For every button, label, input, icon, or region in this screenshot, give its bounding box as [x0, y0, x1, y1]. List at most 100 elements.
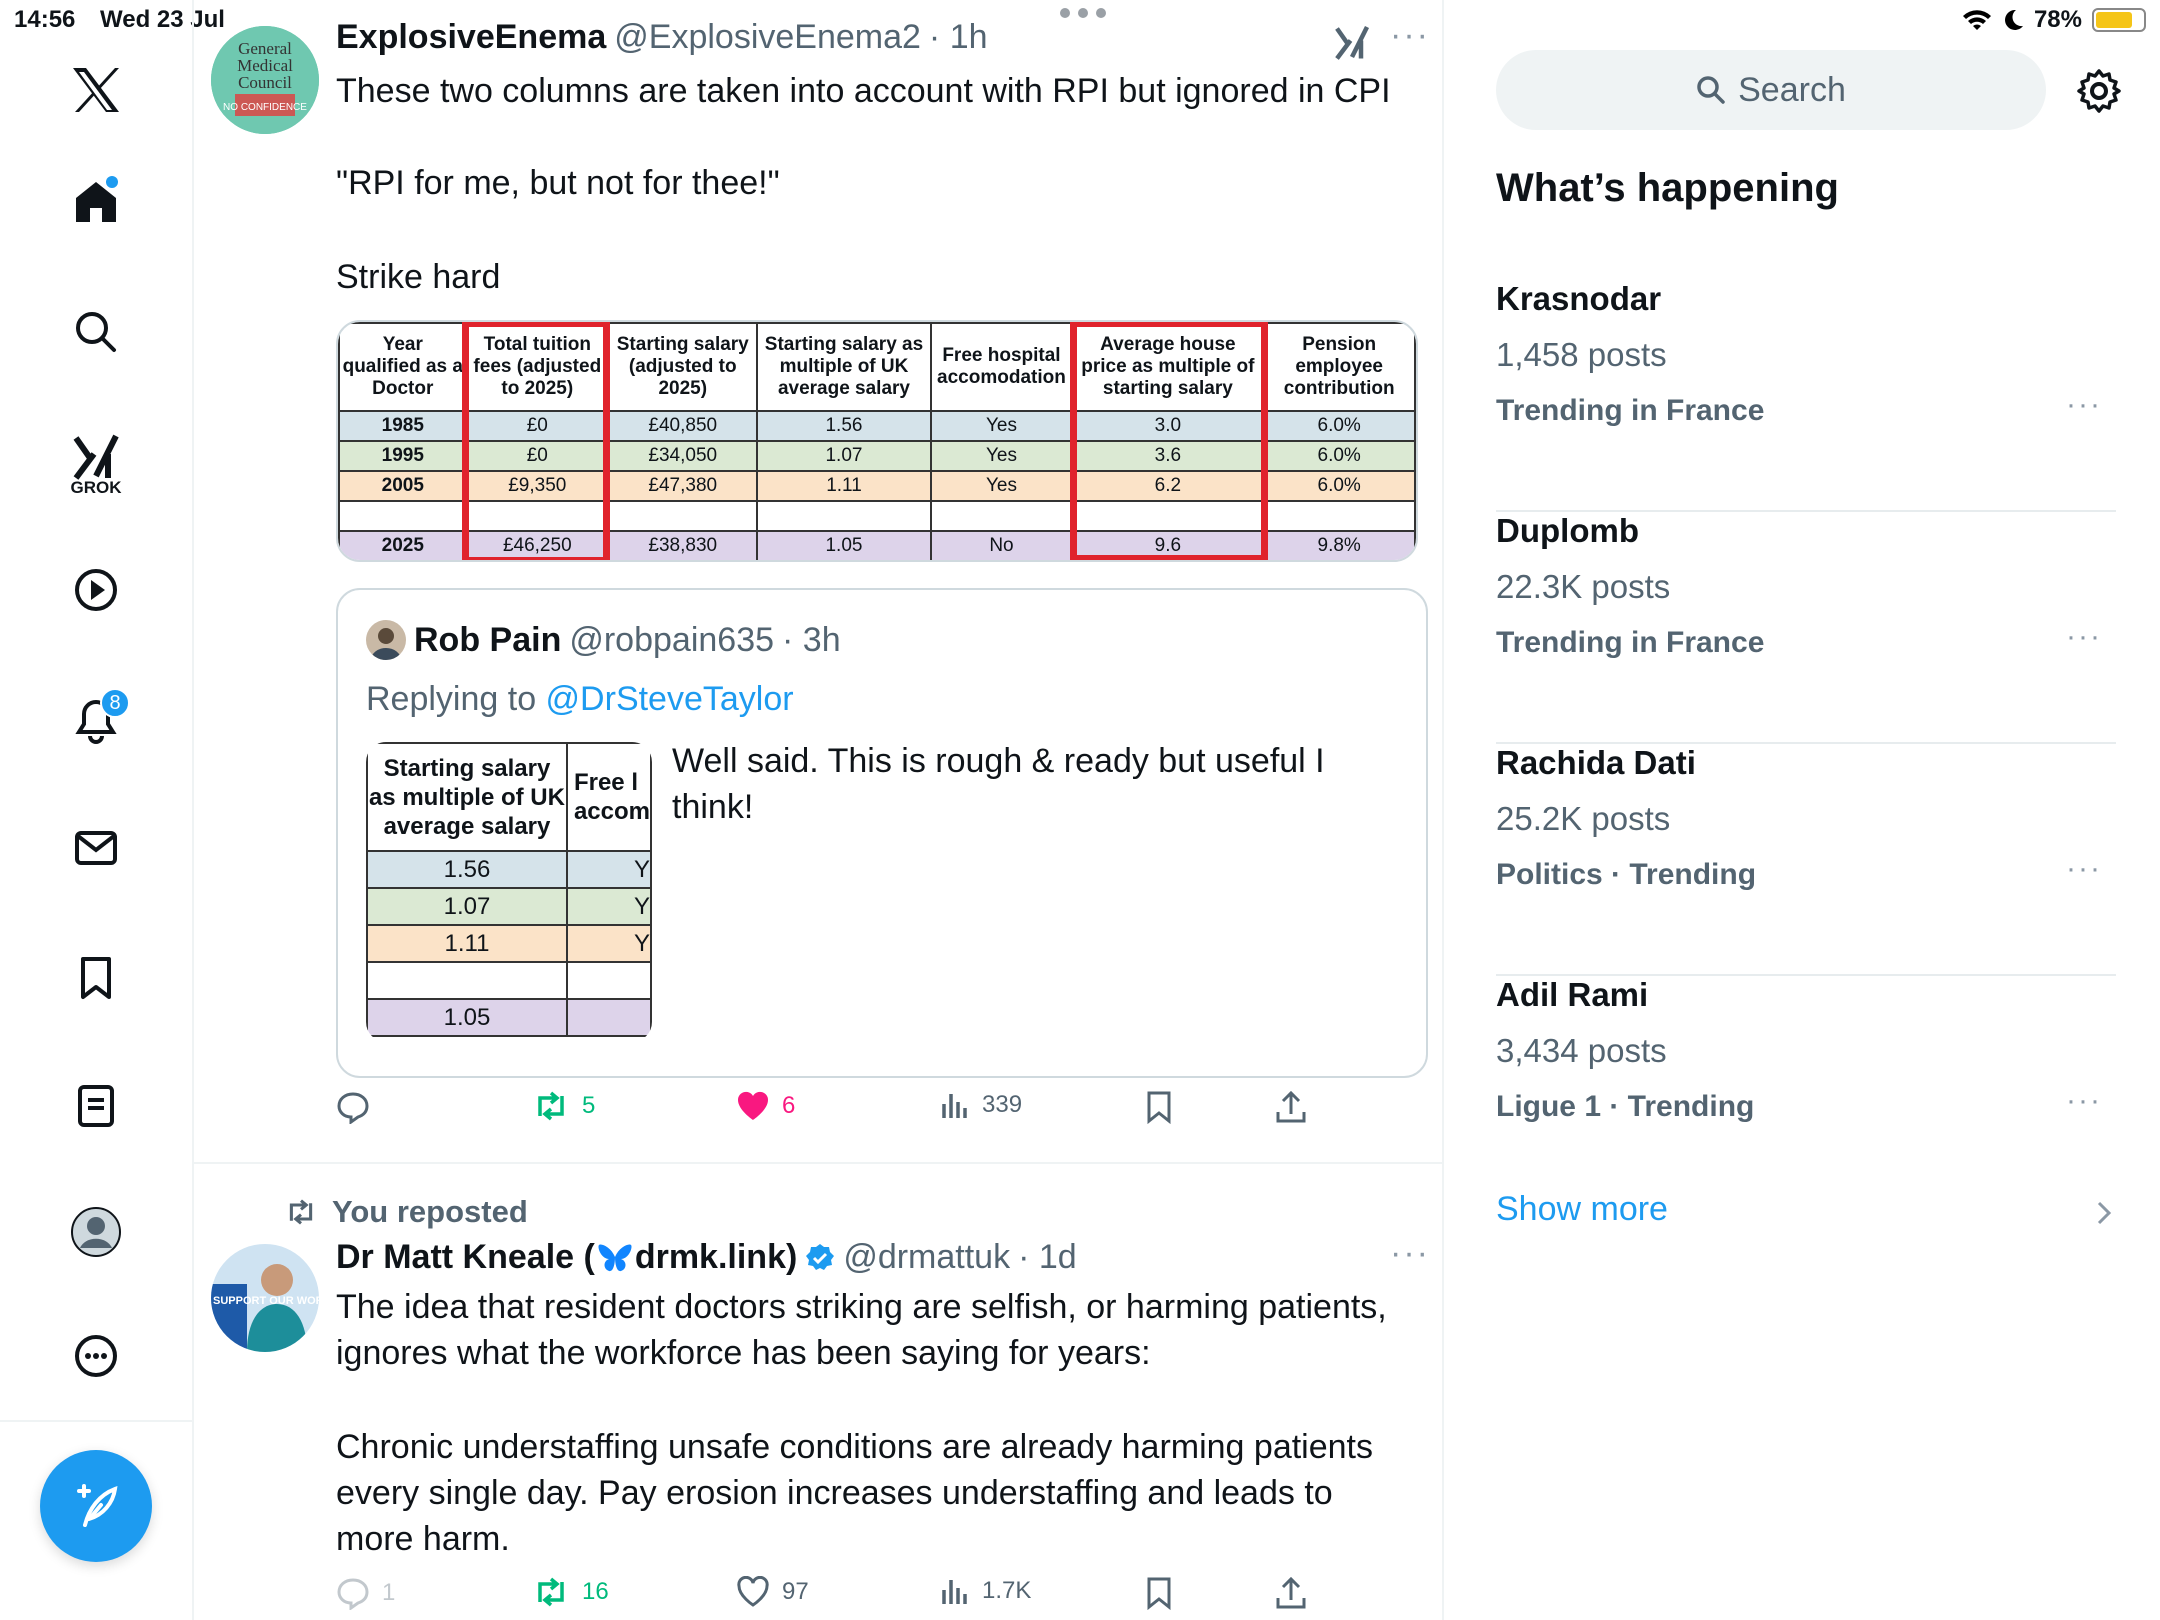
share-icon: [1276, 1576, 1306, 1609]
compose-post-button[interactable]: [40, 1450, 152, 1562]
tweet-image-table[interactable]: Year qualified as a Doctor Total tuition…: [336, 320, 1418, 562]
reposted-label[interactable]: You reposted: [332, 1194, 528, 1230]
quote-image[interactable]: Starting salary as multiple of UK averag…: [366, 742, 652, 1042]
grok-icon[interactable]: GROK: [60, 420, 132, 497]
replying-to-link[interactable]: @DrSteveTaylor: [546, 680, 794, 718]
search-input[interactable]: Search: [1496, 50, 2046, 130]
reply-button[interactable]: 1: [336, 1576, 395, 1610]
avatar-drmattuk[interactable]: SUPPORT OUR WORK: [211, 1244, 319, 1352]
views-button[interactable]: 339: [940, 1090, 1022, 1120]
table-header: Starting salary as multiple of UK averag…: [756, 322, 932, 412]
video-play-icon[interactable]: [60, 554, 132, 626]
table-header: Free hospital accomodation: [929, 322, 1074, 412]
more-options-icon[interactable]: [60, 1320, 132, 1392]
chevron-right-icon[interactable]: [2096, 1200, 2112, 1226]
tweet-more-icon[interactable]: ···: [1390, 1234, 1430, 1273]
table-header: Year qualified as a Doctor: [338, 322, 468, 412]
table-cell: Y: [565, 850, 652, 889]
bookmarks-icon[interactable]: [60, 942, 132, 1014]
trend-name: Duplomb: [1496, 512, 1639, 549]
quote-author-name[interactable]: Rob Pain: [414, 621, 561, 660]
lists-icon[interactable]: [60, 1070, 132, 1142]
timeline-feed: General Medical Council NO CONFIDENCE Ex…: [194, 0, 1444, 1620]
home-icon[interactable]: [60, 166, 132, 238]
quote-post-time[interactable]: · 3h: [782, 621, 841, 660]
table-row: 1.05: [366, 998, 652, 1037]
notifications-badge: 8: [100, 688, 130, 718]
tweet-divider: [194, 1162, 1442, 1164]
trend-more-icon[interactable]: ···: [2066, 852, 2102, 886]
reply-icon: [337, 1092, 369, 1124]
table-cell: 2025: [338, 530, 468, 560]
table-cell: [565, 961, 652, 1000]
author-handle[interactable]: @drmattuk: [843, 1238, 1010, 1277]
quote-header: Rob Pain @robpain635 · 3h: [366, 620, 841, 660]
repost-count: 5: [582, 1092, 596, 1119]
grok-explain-icon[interactable]: [1334, 24, 1370, 60]
table-cell: Yes: [929, 470, 1074, 502]
table-cell: [338, 500, 468, 532]
bookmark-button[interactable]: [1144, 1090, 1174, 1124]
share-button[interactable]: [1274, 1090, 1308, 1124]
share-button[interactable]: [1274, 1576, 1308, 1610]
like-button[interactable]: 97: [736, 1576, 809, 1608]
like-button[interactable]: 6: [736, 1090, 795, 1122]
table-header: Pension employee contribution: [1262, 322, 1416, 412]
table-cell: 1.56: [366, 850, 568, 889]
post-time[interactable]: · 1d: [1018, 1238, 1077, 1277]
trend-context: Ligue 1 · Trending: [1496, 1090, 1755, 1123]
tweet-more-icon[interactable]: ···: [1390, 16, 1430, 55]
avatar-text-4: NO CONFIDENCE: [223, 102, 307, 113]
reply-button[interactable]: [336, 1090, 382, 1124]
whats-happening-title: What’s happening: [1496, 166, 1839, 210]
author-name[interactable]: Dr Matt Kneale (drmk.link): [336, 1238, 797, 1277]
post-time[interactable]: · 1h: [929, 18, 988, 57]
notifications-bell-icon[interactable]: 8: [60, 684, 132, 756]
show-more-link[interactable]: Show more: [1496, 1190, 1668, 1229]
quote-author-handle[interactable]: @robpain635: [569, 621, 774, 660]
bookmark-button[interactable]: [1144, 1576, 1174, 1610]
trend-item[interactable]: Rachida Dati 25.2K posts Politics · Tren…: [1496, 744, 2116, 976]
table-cell: 2005: [338, 470, 468, 502]
right-sidebar: Search What’s happening Krasnodar 1,458 …: [1446, 0, 2160, 1620]
views-button[interactable]: 1.7K: [940, 1576, 1031, 1606]
table-cell: 1.11: [756, 470, 932, 502]
trend-more-icon[interactable]: ···: [2066, 1084, 2102, 1118]
trend-more-icon[interactable]: ···: [2066, 620, 2102, 654]
repost-button[interactable]: 5: [532, 1090, 595, 1122]
views-chart-icon: [942, 1580, 967, 1604]
author-handle[interactable]: @ExplosiveEnema2: [614, 18, 921, 57]
table-cell: Free l accom: [565, 742, 652, 852]
quote-avatar[interactable]: [366, 620, 406, 660]
repost-button[interactable]: 16: [532, 1576, 609, 1608]
trend-posts: 22.3K posts: [1496, 568, 1671, 605]
table-cell: 1.05: [756, 530, 932, 560]
trend-name: Adil Rami: [1496, 976, 1649, 1013]
table-cell: 1.05: [366, 998, 568, 1037]
trend-more-icon[interactable]: ···: [2066, 388, 2102, 422]
table-cell: £47,380: [607, 470, 759, 502]
quoted-tweet[interactable]: Rob Pain @robpain635 · 3h Replying to @D…: [336, 588, 1428, 1078]
explore-search-icon[interactable]: [60, 296, 132, 368]
compose-feather-icon: [77, 1484, 118, 1527]
trend-name: Krasnodar: [1496, 280, 1662, 317]
tweet-text-line-3: Strike hard: [336, 258, 501, 296]
trend-item[interactable]: Adil Rami 3,434 posts Ligue 1 · Trending…: [1496, 976, 2116, 1208]
trend-posts: 25.2K posts: [1496, 800, 1671, 837]
profile-avatar-icon[interactable]: [60, 1196, 132, 1268]
trend-item[interactable]: Duplomb 22.3K posts Trending in France ·…: [1496, 512, 2116, 744]
x-logo-icon[interactable]: [60, 54, 132, 126]
trend-item[interactable]: Krasnodar 1,458 posts Trending in France…: [1496, 280, 2116, 512]
avatar-explosiveenema[interactable]: General Medical Council NO CONFIDENCE: [211, 26, 319, 134]
highlight-box-tuition: [462, 322, 610, 560]
messages-envelope-icon[interactable]: [60, 812, 132, 884]
table-row: 1.56 Y: [366, 850, 652, 889]
table-cell: [1262, 500, 1416, 532]
repost-icon: [538, 1091, 564, 1121]
tweet-header: ExplosiveEnema @ExplosiveEnema2 · 1h: [336, 18, 988, 57]
settings-gear-icon[interactable]: [2076, 68, 2122, 114]
bookmark-icon: [1147, 1091, 1171, 1124]
reply-icon: [337, 1578, 369, 1610]
tweet-text-paragraph-2: Chronic understaffing unsafe conditions …: [336, 1428, 1373, 1558]
author-name[interactable]: ExplosiveEnema: [336, 18, 606, 57]
